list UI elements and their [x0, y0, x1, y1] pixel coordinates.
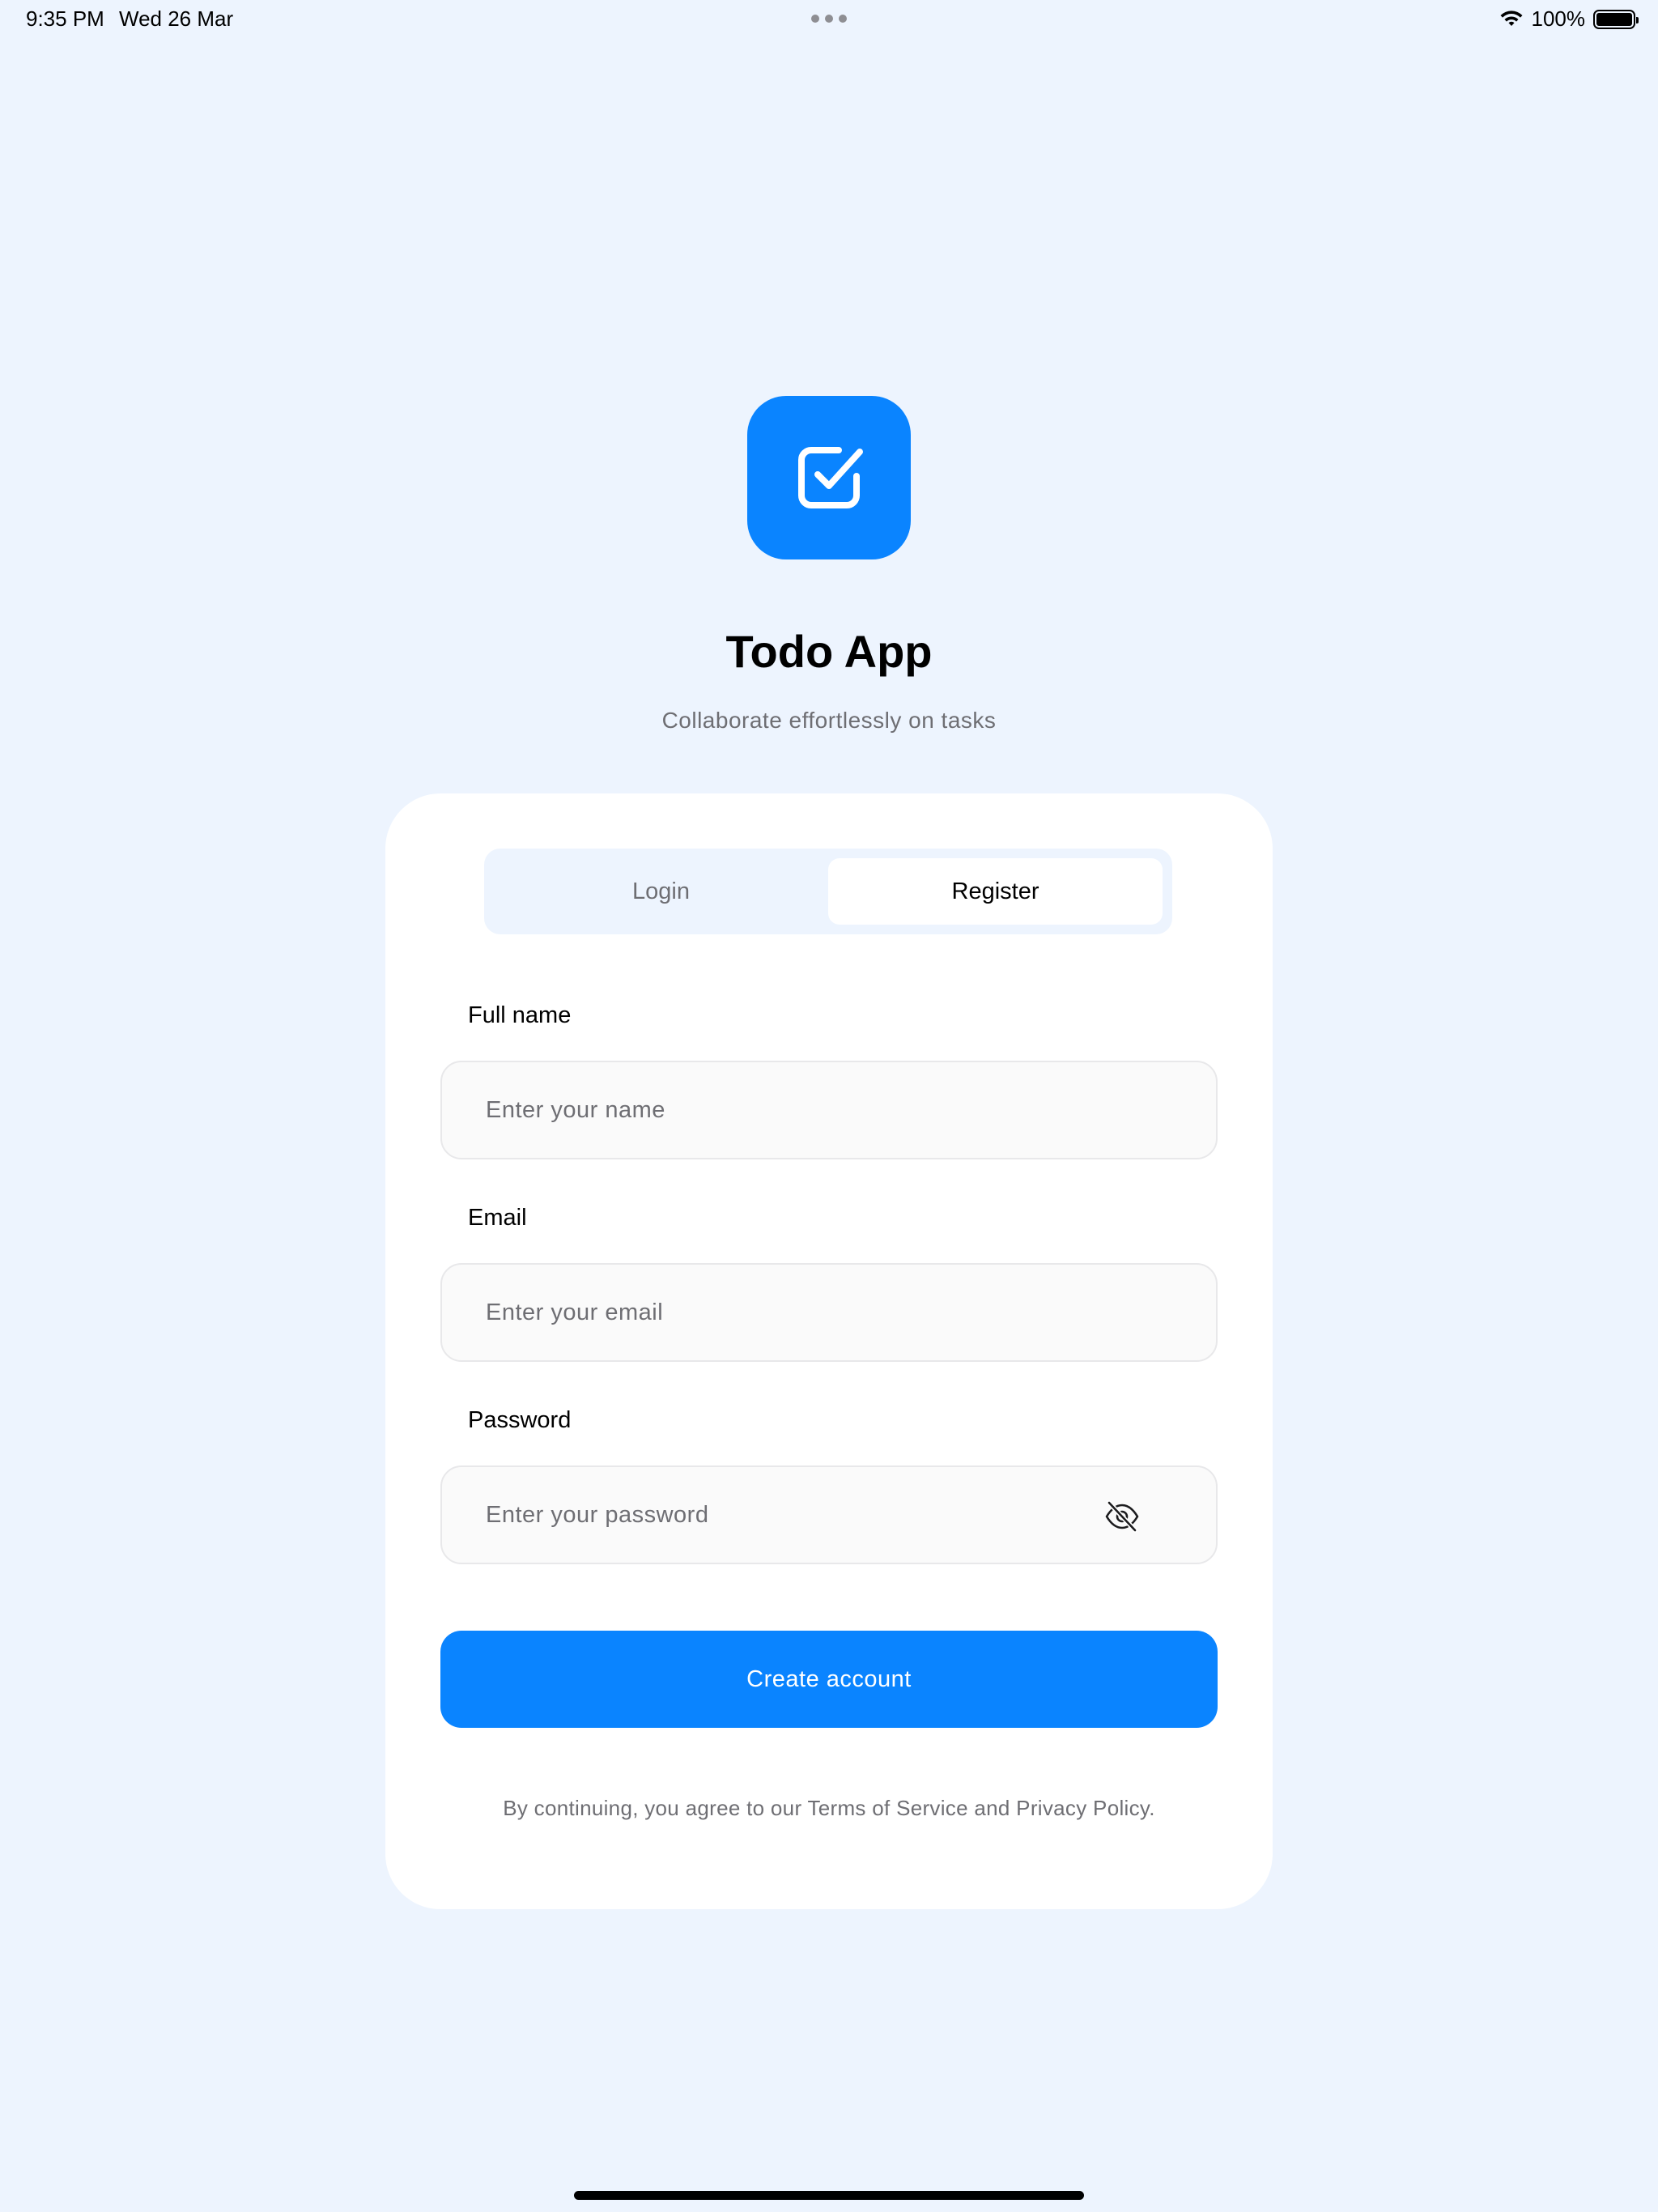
battery-icon — [1593, 9, 1639, 29]
status-indicators: 100% — [1499, 6, 1639, 32]
full-name-field[interactable] — [440, 1061, 1218, 1159]
status-date: Wed 26 Mar — [119, 6, 234, 31]
checkbox-icon — [798, 447, 863, 508]
app-subtitle: Collaborate effortlessly on tasks — [661, 708, 997, 733]
email-label: Email — [468, 1205, 527, 1231]
terms-text: By continuing, you agree to our Terms of… — [503, 1796, 1155, 1820]
auth-tabs: Login Register — [484, 849, 1172, 934]
password-input[interactable] — [486, 1501, 1052, 1529]
auth-card: Login Register Full name Email Password … — [385, 793, 1273, 1909]
status-time: 9:35 PM — [26, 6, 104, 31]
full-name-label: Full name — [468, 1002, 572, 1028]
full-name-input[interactable] — [486, 1096, 1052, 1124]
email-input[interactable] — [486, 1299, 1052, 1326]
app-title: Todo App — [725, 626, 933, 677]
battery-percentage: 100% — [1531, 6, 1586, 31]
tab-login[interactable]: Login — [494, 858, 828, 925]
status-bar: 9:35 PM Wed 26 Mar 100% — [0, 0, 1658, 39]
tab-register[interactable]: Register — [828, 858, 1163, 925]
eye-off-icon[interactable] — [1104, 1499, 1140, 1534]
app-logo — [747, 396, 911, 559]
multitasking-dots-icon[interactable] — [811, 15, 847, 23]
wifi-icon — [1500, 10, 1522, 26]
password-label: Password — [468, 1407, 572, 1433]
create-account-button[interactable]: Create account — [440, 1631, 1218, 1728]
password-field[interactable] — [440, 1465, 1218, 1564]
email-field[interactable] — [440, 1263, 1218, 1362]
home-indicator[interactable] — [574, 2191, 1084, 2200]
